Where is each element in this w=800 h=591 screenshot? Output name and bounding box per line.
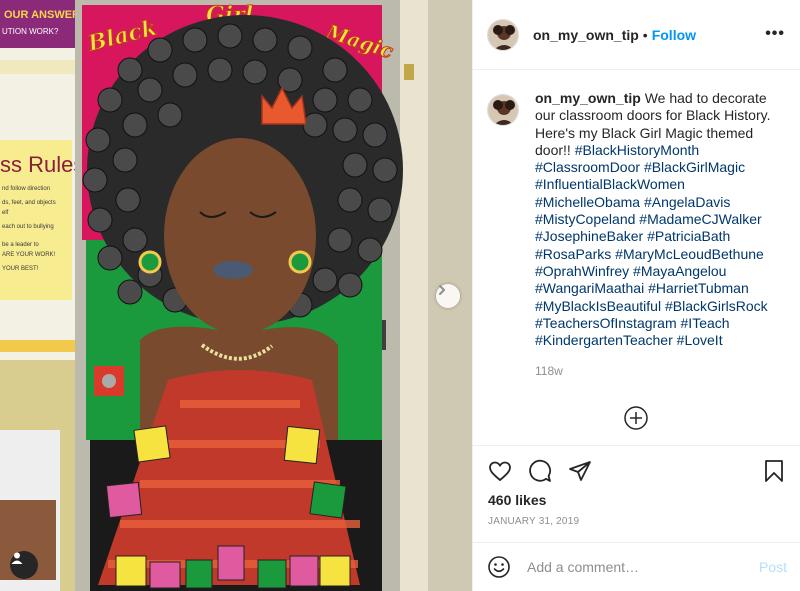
hashtag-link[interactable]: #BlackGirlsRock <box>665 298 768 314</box>
more-options-icon[interactable]: ••• <box>765 26 785 42</box>
tagged-users-button[interactable] <box>10 551 38 579</box>
board-rules-title: ss Rules <box>0 152 84 177</box>
send-icon <box>569 461 591 481</box>
bookmark-icon <box>765 460 783 482</box>
separator-dot: • <box>642 26 648 43</box>
hashtag-link[interactable]: #BlackGirlMagic <box>644 159 745 175</box>
comment-icon <box>529 459 551 482</box>
hashtag-link[interactable]: #MyBlackIsBeautiful <box>535 298 661 314</box>
hashtag-link[interactable]: #MistyCopeland <box>535 211 635 227</box>
next-photo-button[interactable] <box>436 284 460 308</box>
board-text-top: OUR ANSWER <box>4 9 80 21</box>
hashtag-link[interactable]: #RosaParks <box>535 246 611 262</box>
instagram-post: OUR ANSWER UTION WORK? ss Rules nd follo… <box>0 0 800 591</box>
board-rule-1: nd follow direction <box>2 186 50 192</box>
load-more-comments-button[interactable] <box>623 405 649 431</box>
hashtag-link[interactable]: #AngelaDavis <box>644 194 730 210</box>
emoji-icon[interactable] <box>487 555 511 579</box>
post-date[interactable]: JANUARY 31, 2019 <box>488 516 579 527</box>
hashtag-list: #BlackHistoryMonth #ClassroomDoor #Black… <box>535 142 768 348</box>
hashtag-link[interactable]: #PatriciaBath <box>647 228 730 244</box>
post-side-panel: on_my_own_tip • Follow ••• on_my_own_tip… <box>472 0 800 591</box>
board-text-top2: UTION WORK? <box>2 27 59 36</box>
profile-picture <box>488 95 518 125</box>
hashtag-link[interactable]: #MadameCJWalker <box>639 211 761 227</box>
post-photo[interactable]: OUR ANSWER UTION WORK? ss Rules nd follo… <box>0 0 472 591</box>
user-icon <box>11 552 23 564</box>
heart-icon <box>489 461 511 482</box>
avatar[interactable] <box>487 18 519 51</box>
post-header: on_my_own_tip • Follow ••• <box>473 0 800 70</box>
board-rule-5: be a leader to <box>2 242 39 248</box>
post-time-ago[interactable]: 118w <box>535 364 785 378</box>
hashtag-link[interactable]: #MichelleObama <box>535 194 640 210</box>
share-button[interactable] <box>567 458 593 484</box>
comment-button[interactable] <box>527 458 553 484</box>
follow-button[interactable]: Follow <box>652 27 696 43</box>
hashtag-link[interactable]: #OprahWinfrey <box>535 263 629 279</box>
like-button[interactable] <box>487 458 513 484</box>
caption-block: on_my_own_tip We had to decorate our cla… <box>535 90 785 378</box>
post-comment-button[interactable]: Post <box>759 559 787 575</box>
hashtag-link[interactable]: #WangariMaathai <box>535 280 644 296</box>
board-rule-3: elf <box>2 210 9 216</box>
board-rule-2: ds, feet, and objects <box>2 200 56 206</box>
board-rule-6: ARE YOUR WORK! <box>2 252 56 258</box>
hashtag-link[interactable]: #JosephineBaker <box>535 228 643 244</box>
caption-area: on_my_own_tip We had to decorate our cla… <box>487 90 792 378</box>
likes-count[interactable]: 460 likes <box>488 492 546 508</box>
hashtag-link[interactable]: #HarrietTubman <box>648 280 749 296</box>
post-username[interactable]: on_my_own_tip <box>533 27 639 43</box>
caption: on_my_own_tip We had to decorate our cla… <box>535 90 785 349</box>
caption-avatar[interactable] <box>487 94 519 126</box>
hashtag-link[interactable]: #BlackHistoryMonth <box>575 142 700 158</box>
save-button[interactable] <box>761 458 787 484</box>
hashtag-link[interactable]: #KindergartenTeacher <box>535 332 673 348</box>
hashtag-link[interactable]: #LoveIt <box>677 332 723 348</box>
comment-input[interactable] <box>527 559 759 575</box>
hashtag-link[interactable]: #MayaAngelou <box>633 263 726 279</box>
caption-username[interactable]: on_my_own_tip <box>535 90 641 106</box>
comment-bar: Post <box>473 542 800 591</box>
hashtag-link[interactable]: #TeachersOfInstagram <box>535 315 677 331</box>
plus-circle-icon <box>624 406 648 430</box>
chevron-right-icon <box>439 285 445 295</box>
classroom-door-image: OUR ANSWER UTION WORK? ss Rules nd follo… <box>0 0 472 591</box>
hashtag-link[interactable]: #ITeach <box>681 315 730 331</box>
profile-picture <box>488 19 518 50</box>
board-rule-7: YOUR BEST! <box>2 266 39 272</box>
board-rule-4: each out to bullying <box>2 224 54 230</box>
post-actions: 460 likes JANUARY 31, 2019 <box>473 445 800 533</box>
hashtag-link[interactable]: #MaryMcLeoudBethune <box>615 246 764 262</box>
hashtag-link[interactable]: #ClassroomDoor <box>535 159 640 175</box>
hashtag-link[interactable]: #InfluentialBlackWomen <box>535 176 685 192</box>
